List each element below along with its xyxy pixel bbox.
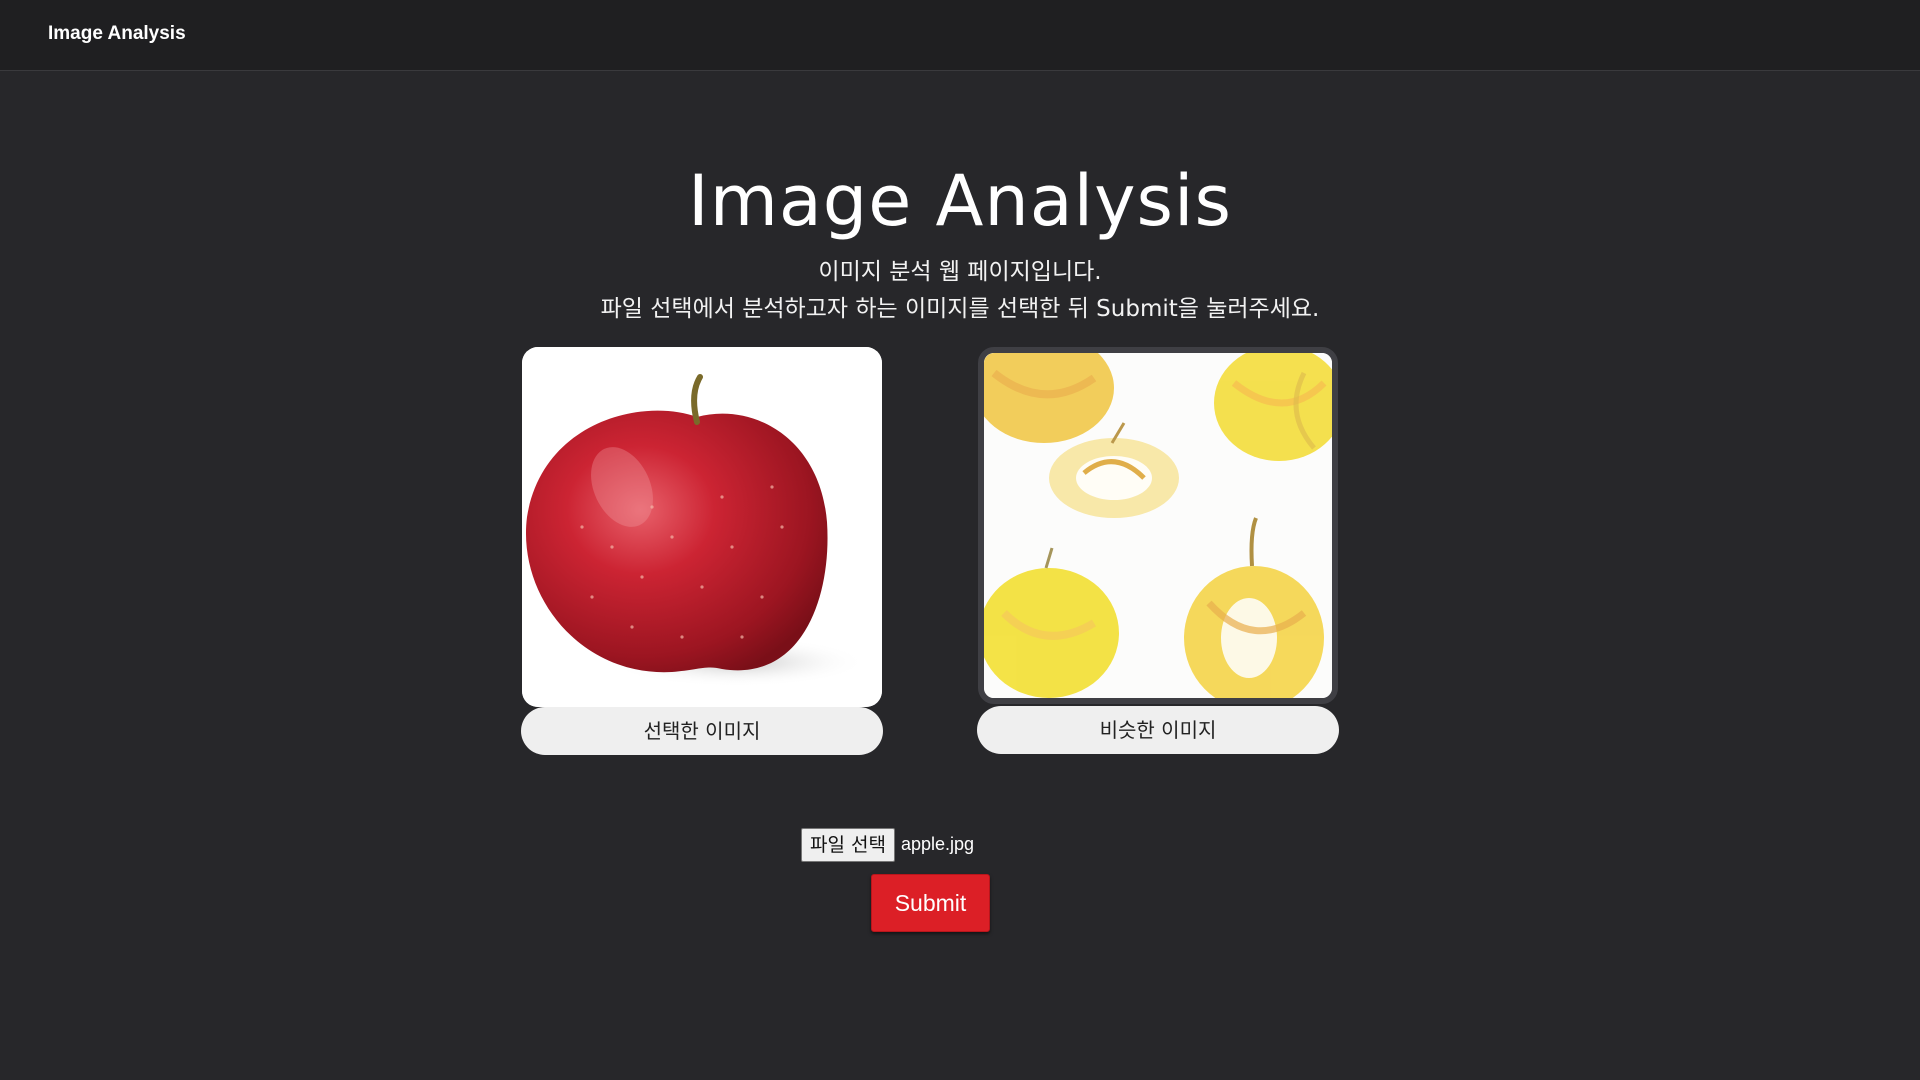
yellow-apples-painting [984,353,1332,698]
file-input[interactable]: 파일 선택 apple.jpg [801,827,974,862]
similar-image-caption: 비슷한 이미지 [977,706,1339,754]
selected-image-caption: 선택한 이미지 [521,707,883,755]
red-apple-image [522,347,882,707]
page-title: Image Analysis [688,160,1232,242]
submit-button[interactable]: Submit [871,874,990,932]
page-subtitle-line2: 파일 선택에서 분석하고자 하는 이미지를 선택한 뒤 Submit을 눌러주세… [600,296,1320,322]
similar-image [978,347,1338,704]
page-subtitle-line1: 이미지 분석 웹 페이지입니다. [818,259,1102,285]
selected-image-card: 선택한 이미지 [521,347,883,755]
selected-image [522,347,882,707]
navbar-brand[interactable]: Image Analysis [48,23,186,45]
choose-file-button[interactable]: 파일 선택 [801,827,895,862]
similar-image-card: 비슷한 이미지 [977,347,1339,754]
navbar: Image Analysis [0,0,1920,71]
selected-file-name: apple.jpg [900,834,975,854]
